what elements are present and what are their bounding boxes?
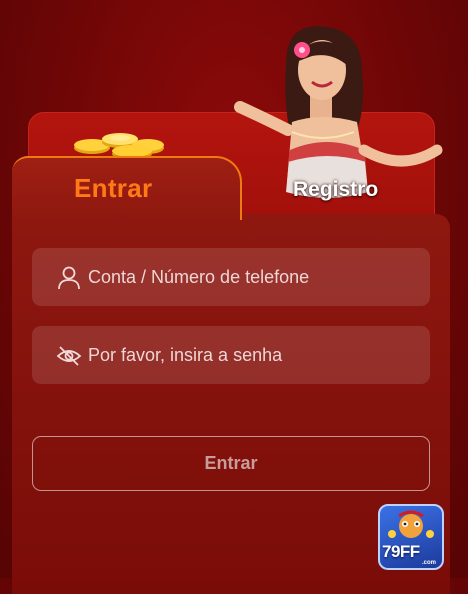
tab-login-label[interactable]: Entrar xyxy=(74,173,152,204)
tab-register-label[interactable]: Registro xyxy=(293,178,378,202)
app-logo[interactable]: 79FF .com xyxy=(378,504,444,570)
password-input[interactable] xyxy=(88,326,418,384)
logo-suffix: .com xyxy=(422,560,437,566)
login-submit-button[interactable]: Entrar xyxy=(32,436,430,491)
user-icon xyxy=(58,266,80,290)
account-input[interactable] xyxy=(88,248,418,306)
logo-text: 79FF xyxy=(382,542,420,561)
eye-off-icon[interactable] xyxy=(56,343,82,369)
account-field[interactable] xyxy=(32,248,430,306)
password-field[interactable] xyxy=(32,326,430,384)
